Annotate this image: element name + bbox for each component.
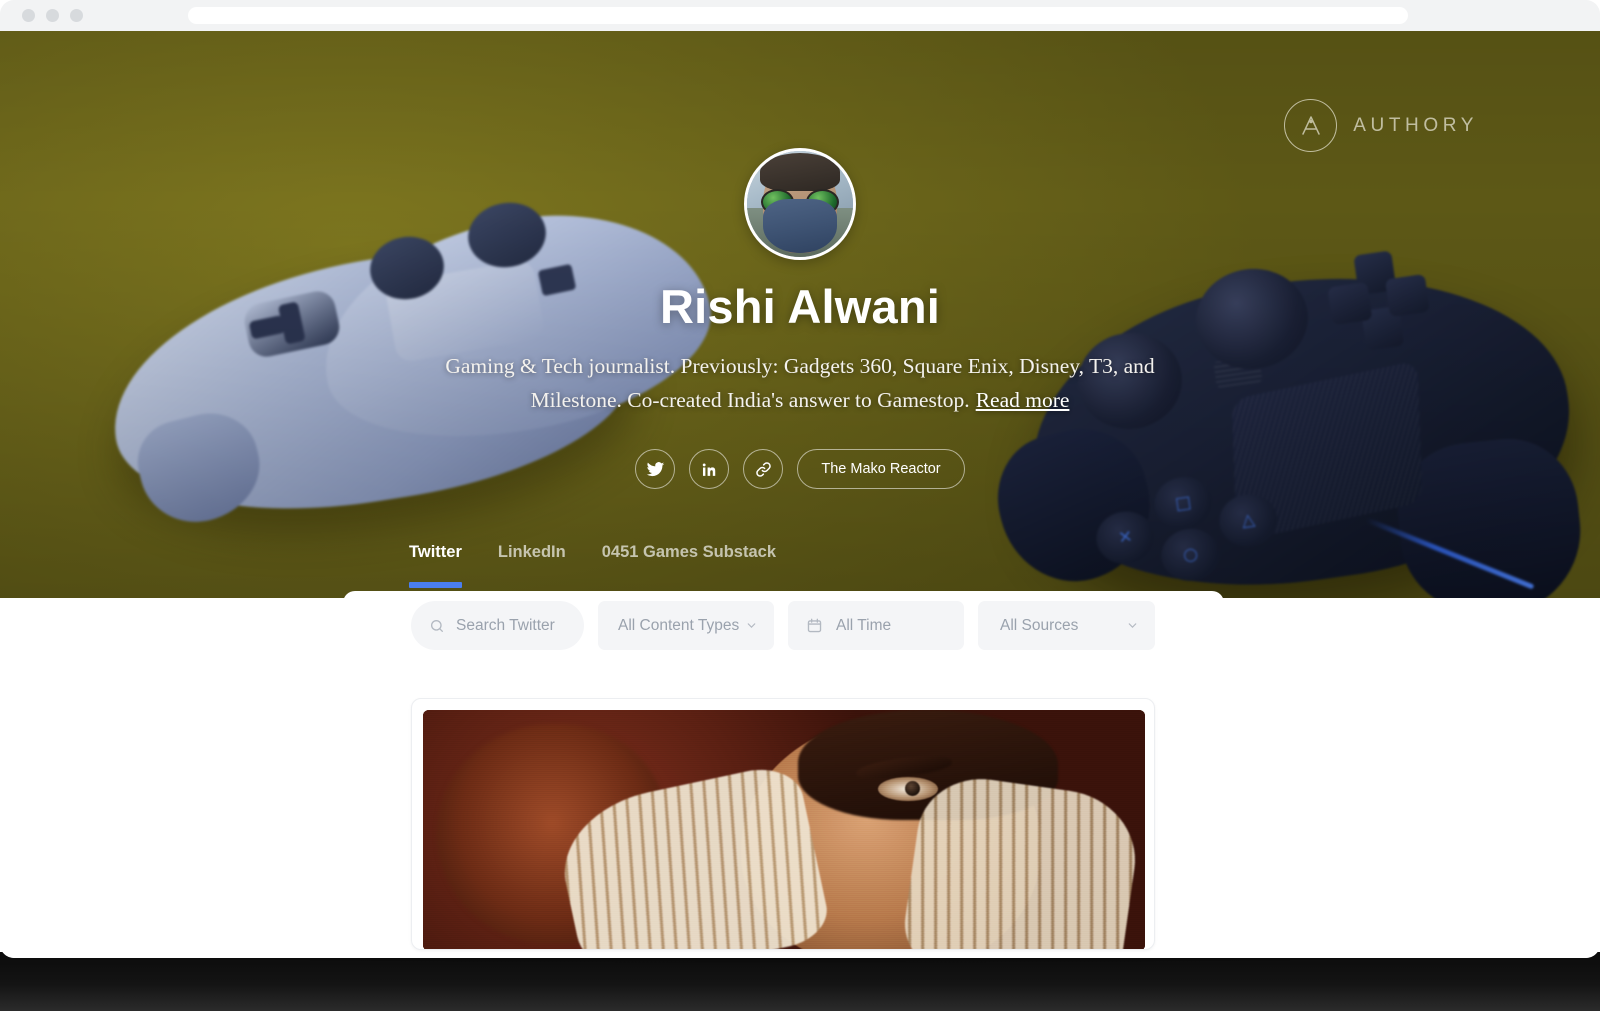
traffic-lights: [22, 9, 83, 22]
link-icon-button[interactable]: [743, 449, 784, 489]
calendar-icon: [807, 618, 822, 633]
close-window-button[interactable]: [22, 9, 35, 22]
link-icon: [756, 461, 771, 477]
social-links: The Mako Reactor: [0, 449, 1600, 489]
mako-reactor-button[interactable]: The Mako Reactor: [797, 449, 965, 489]
browser-window: ✕□○△ AUTHORY: [0, 0, 1600, 958]
linkedin-icon: [702, 462, 716, 476]
profile-tabs: Twitter LinkedIn 0451 Games Substack: [409, 543, 776, 588]
content-type-dropdown[interactable]: All Content Types: [598, 601, 774, 650]
twitter-icon: [646, 461, 665, 476]
sources-dropdown[interactable]: All Sources: [978, 601, 1155, 650]
screen: ✕□○△ AUTHORY: [0, 0, 1600, 1011]
twitter-icon-button[interactable]: [635, 449, 676, 489]
filter-bar: Search Twitter All Content Types All Tim…: [411, 601, 1155, 650]
tab-0451-games-substack[interactable]: 0451 Games Substack: [602, 543, 776, 588]
minimize-window-button[interactable]: [46, 9, 59, 22]
content-card[interactable]: [411, 698, 1155, 950]
content-panel-top: [343, 591, 1224, 598]
sources-label: All Sources: [1000, 616, 1079, 634]
linkedin-icon-button[interactable]: [689, 449, 730, 489]
authory-wordmark: AUTHORY: [1353, 114, 1478, 136]
read-more-link[interactable]: Read more: [976, 388, 1070, 412]
tab-linkedin[interactable]: LinkedIn: [498, 543, 566, 588]
avatar[interactable]: [744, 148, 856, 260]
card-image: [423, 710, 1145, 949]
content-type-label: All Content Types: [618, 616, 740, 634]
avatar-photo: [747, 151, 853, 257]
chevron-down-icon: [747, 623, 756, 628]
browser-chrome: [0, 0, 1600, 31]
tab-twitter[interactable]: Twitter: [409, 543, 462, 588]
time-filter-label: All Time: [836, 616, 892, 634]
search-icon: [431, 619, 443, 632]
profile-bio: Gaming & Tech journalist. Previously: Ga…: [405, 349, 1195, 417]
search-input[interactable]: Search Twitter: [411, 601, 584, 650]
time-filter-dropdown[interactable]: All Time: [788, 601, 964, 650]
authory-monogram-icon: [1284, 99, 1338, 152]
profile-hero: ✕□○△ AUTHORY: [0, 31, 1600, 598]
content-area: Search Twitter All Content Types All Tim…: [0, 598, 1600, 958]
authory-logo[interactable]: AUTHORY: [1284, 99, 1478, 152]
chevron-down-icon: [1128, 623, 1137, 628]
page-title: Rishi Alwani: [659, 280, 941, 333]
address-bar[interactable]: [188, 7, 1408, 24]
window-drop-shadow: [0, 952, 1600, 1011]
search-placeholder: Search Twitter: [456, 616, 555, 634]
maximize-window-button[interactable]: [70, 9, 83, 22]
